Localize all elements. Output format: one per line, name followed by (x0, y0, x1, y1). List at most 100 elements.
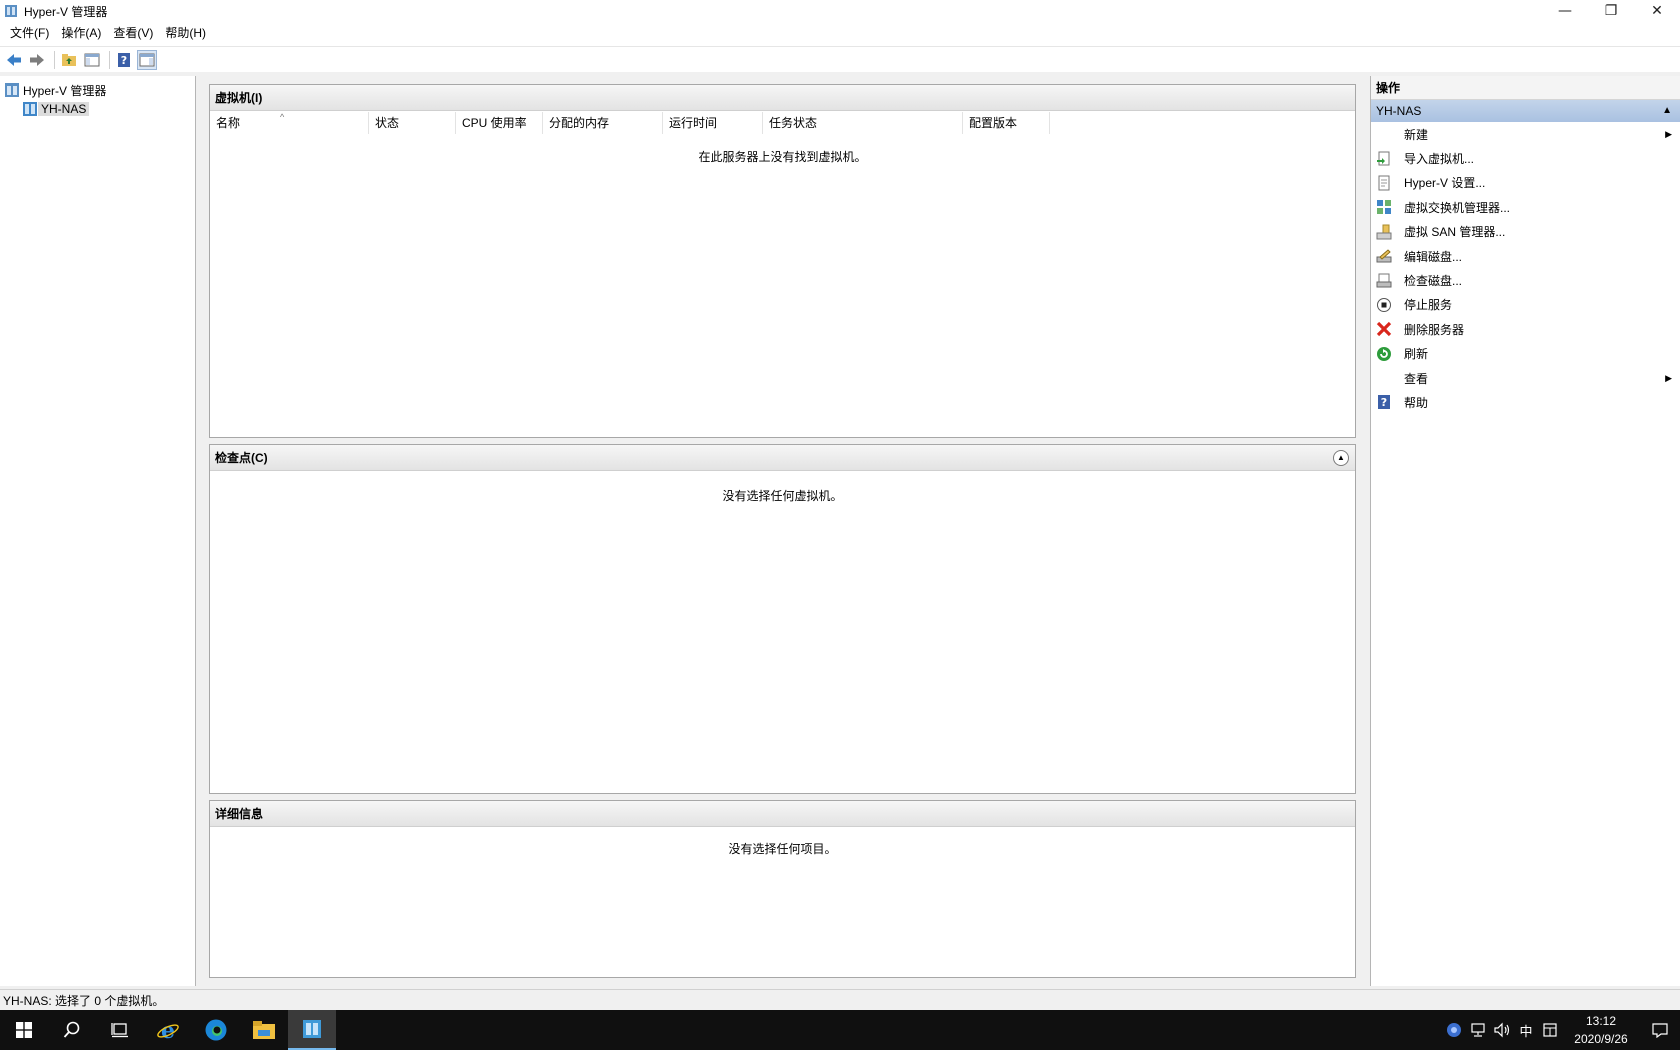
checkpoints-pane: 检查点(C) ▲ 没有选择任何虚拟机。 (209, 444, 1356, 794)
start-button[interactable] (0, 1010, 48, 1050)
tray-app-icon[interactable] (1442, 1010, 1466, 1050)
menu-file[interactable]: 文件(F) (4, 22, 55, 44)
checkpoint-pane-header: 检查点(C) ▲ (210, 445, 1355, 471)
column-assigned-memory[interactable]: 分配的内存 (543, 112, 663, 134)
forward-button[interactable] (27, 50, 47, 70)
submenu-arrow-icon: ▶ (1665, 372, 1672, 383)
hyperv-manager-icon (5, 83, 19, 97)
action-label: 新建 (1404, 127, 1429, 142)
action-inspect-disk[interactable]: 检查磁盘... (1371, 268, 1680, 292)
vm-column-headers: ^ 名称 状态 CPU 使用率 分配的内存 运行时间 任务状态 配置版本 (210, 112, 1355, 134)
network-icon[interactable] (1466, 1010, 1490, 1050)
hyperv-manager-taskbar-button[interactable] (288, 1010, 336, 1050)
action-view[interactable]: 查看 ▶ (1371, 366, 1680, 390)
toolbar: ? (0, 46, 1680, 72)
column-config-version[interactable]: 配置版本 (963, 112, 1050, 134)
task-view-icon (111, 1023, 128, 1038)
svg-text:?: ? (121, 54, 127, 67)
system-tray: 中 13:12 2020/9/26 (1442, 1010, 1680, 1050)
menu-action[interactable]: 操作(A) (55, 22, 107, 44)
action-virtual-switch-manager[interactable]: 虚拟交换机管理器... (1371, 195, 1680, 219)
action-label: 删除服务器 (1404, 322, 1465, 337)
column-uptime[interactable]: 运行时间 (663, 112, 763, 134)
minimize-button[interactable]: — (1542, 0, 1588, 22)
action-import-vm[interactable]: 导入虚拟机... (1371, 146, 1680, 170)
action-label: 虚拟交换机管理器... (1404, 200, 1511, 215)
menu-help[interactable]: 帮助(H) (159, 22, 212, 44)
ime-mode-icon[interactable] (1538, 1010, 1562, 1050)
action-label: 检查磁盘... (1404, 274, 1463, 289)
volume-icon[interactable] (1490, 1010, 1514, 1050)
sort-ascending-icon: ^ (280, 112, 285, 122)
column-cpu-usage[interactable]: CPU 使用率 (456, 112, 543, 134)
file-explorer-button[interactable] (240, 1010, 288, 1050)
virtual-machines-pane: 虚拟机(I) ^ 名称 状态 CPU 使用率 分配的内存 运行时间 任务状态 配… (209, 84, 1356, 438)
action-hyperv-settings[interactable]: Hyper-V 设置... (1371, 171, 1680, 195)
action-label: 虚拟 SAN 管理器... (1404, 225, 1506, 240)
checkpoint-empty-message: 没有选择任何虚拟机。 (722, 489, 843, 503)
toolbar-separator (109, 50, 110, 69)
taskbar-clock[interactable]: 13:12 2020/9/26 (1562, 1012, 1640, 1048)
vm-empty-message: 在此服务器上没有找到虚拟机。 (698, 150, 867, 164)
server-icon (23, 102, 37, 116)
action-label: Hyper-V 设置... (1404, 176, 1486, 191)
console-tree-icon (84, 53, 100, 66)
ime-indicator[interactable]: 中 (1514, 1010, 1538, 1050)
internet-explorer-button[interactable]: e (144, 1010, 192, 1050)
column-name[interactable]: ^ 名称 (210, 112, 369, 134)
restore-button[interactable]: ❐ (1588, 0, 1634, 22)
edit-disk-icon (1376, 248, 1392, 264)
up-folder-button[interactable] (59, 50, 79, 70)
action-virtual-san-manager[interactable]: 虚拟 SAN 管理器... (1371, 220, 1680, 244)
action-center-button[interactable] (1640, 1010, 1680, 1050)
action-stop-service[interactable]: 停止服务 (1371, 293, 1680, 317)
action-label: 编辑磁盘... (1404, 249, 1463, 264)
action-label: 帮助 (1404, 395, 1429, 410)
show-hide-tree-button[interactable] (82, 50, 102, 70)
action-label: 刷新 (1404, 347, 1429, 362)
action-label: 查看 (1404, 371, 1429, 386)
file-explorer-icon (253, 1021, 275, 1039)
column-config-version-label: 配置版本 (969, 116, 1018, 130)
forward-arrow-icon (30, 53, 44, 66)
action-list: 新建 ▶ 导入虚拟机... Hyper-V 设置... 虚拟交换机管理器... (1371, 122, 1680, 415)
column-task-status[interactable]: 任务状态 (763, 112, 963, 134)
column-uptime-label: 运行时间 (669, 116, 718, 130)
tree-root-hyperv-manager[interactable]: Hyper-V 管理器 (4, 81, 109, 99)
notification-icon (1652, 1023, 1668, 1038)
console-tree: Hyper-V 管理器 YH-NAS (0, 76, 196, 986)
task-view-button[interactable] (96, 1010, 144, 1050)
edge-button[interactable] (192, 1010, 240, 1050)
column-state[interactable]: 状态 (369, 112, 456, 134)
collapse-pane-icon[interactable]: ▲ (1333, 450, 1349, 466)
action-label: 停止服务 (1404, 298, 1453, 313)
inspect-disk-icon (1376, 273, 1392, 289)
hyperv-app-icon (5, 5, 17, 17)
toolbar-separator (54, 50, 55, 69)
column-task-status-label: 任务状态 (769, 116, 818, 130)
tree-item-server[interactable]: YH-NAS (22, 100, 90, 118)
submenu-arrow-icon: ▶ (1665, 128, 1672, 139)
search-icon (63, 1021, 80, 1038)
windows-logo-icon (16, 1022, 32, 1038)
tree-root-label: Hyper-V 管理器 (23, 83, 107, 98)
back-button[interactable] (4, 50, 24, 70)
svg-text:e: e (161, 1018, 175, 1042)
action-edit-disk[interactable]: 编辑磁盘... (1371, 244, 1680, 268)
actions-group-header[interactable]: YH-NAS ▲ (1371, 100, 1680, 122)
action-help[interactable]: ? 帮助 (1371, 390, 1680, 414)
help-toolbar-button[interactable]: ? (114, 50, 134, 70)
action-refresh[interactable]: 刷新 (1371, 342, 1680, 366)
close-button[interactable]: ✕ (1634, 0, 1680, 22)
action-new[interactable]: 新建 ▶ (1371, 122, 1680, 146)
settings-doc-icon (1376, 175, 1392, 191)
menu-view[interactable]: 查看(V) (107, 22, 159, 44)
search-button[interactable] (48, 1010, 96, 1050)
tree-server-label: YH-NAS (38, 102, 90, 116)
action-label: 导入虚拟机... (1404, 152, 1475, 167)
internet-explorer-icon: e (157, 1018, 179, 1042)
virtual-switch-icon (1376, 199, 1392, 215)
menu-bar: 文件(F) 操作(A) 查看(V) 帮助(H) (0, 22, 1680, 44)
action-remove-server[interactable]: 删除服务器 (1371, 317, 1680, 341)
show-hide-action-pane-button[interactable] (137, 49, 157, 70)
